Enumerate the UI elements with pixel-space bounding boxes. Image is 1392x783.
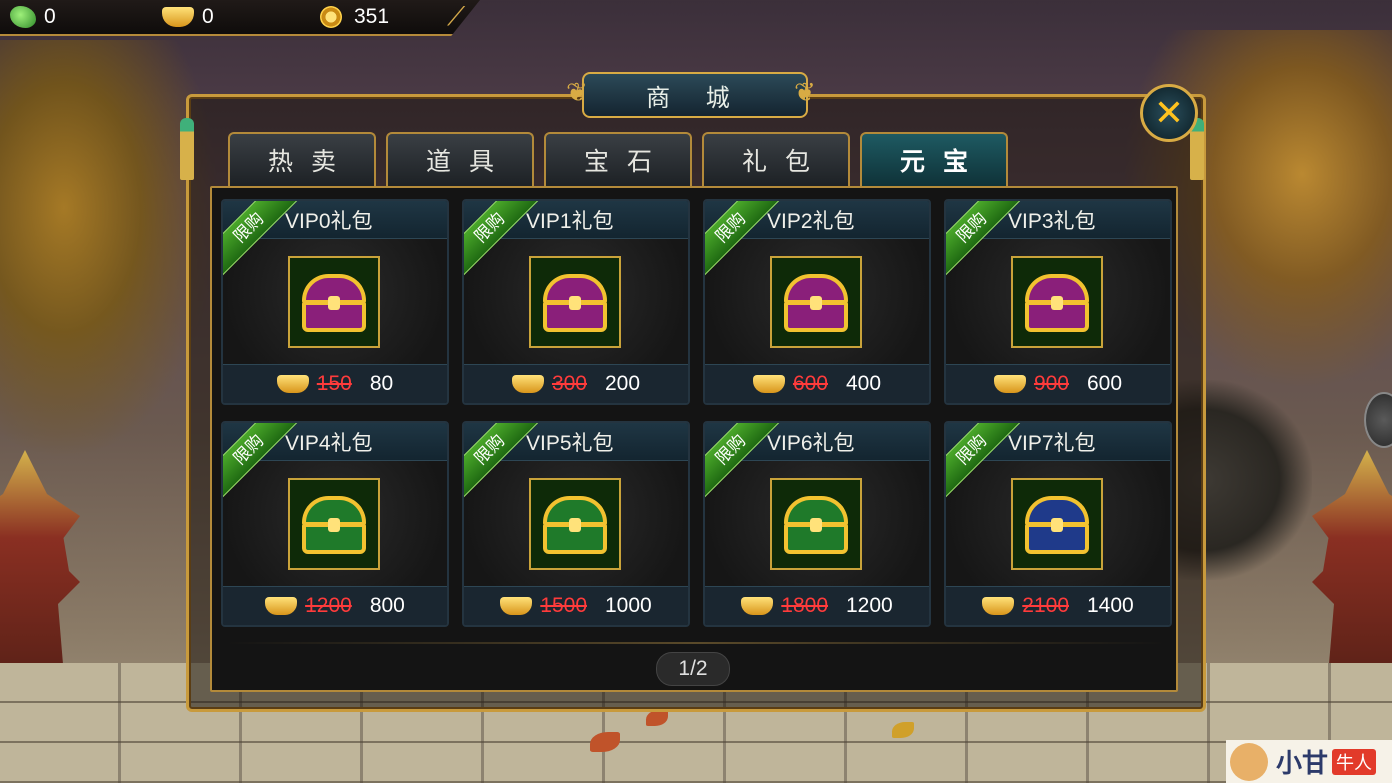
pagoda-left [0, 450, 80, 670]
page-indicator: 1/2 [656, 652, 730, 686]
gold-ingot-icon [500, 597, 533, 615]
gold-ingot-icon [511, 375, 544, 393]
product-image [1011, 478, 1103, 570]
sale-price: 600 [1087, 372, 1123, 395]
chest-lock [1051, 518, 1063, 532]
chest-lock [328, 518, 340, 532]
treasure-chest-icon [1021, 492, 1093, 556]
original-price: 900 [1033, 372, 1069, 395]
shop-title: 商 城 [646, 83, 744, 112]
gold-ingot-icon [982, 597, 1015, 615]
product-card[interactable]: VIP2礼包 限购 600 400 [703, 199, 931, 405]
product-card[interactable]: VIP0礼包 限购 150 80 [221, 199, 449, 405]
original-price: 1800 [781, 594, 828, 617]
product-image [770, 256, 862, 348]
tab-ingots[interactable]: 元宝 [860, 132, 1008, 186]
shop-tabs: 热卖 道具 宝石 礼包 元宝 [228, 132, 1008, 186]
gold-ingot-icon [741, 597, 774, 615]
jade-amount: 0 [44, 5, 56, 28]
sale-price: 1000 [605, 594, 652, 617]
original-price: 1500 [540, 594, 587, 617]
side-drawer-handle[interactable] [1364, 392, 1392, 448]
chest-lock [810, 518, 822, 532]
chest-lock [810, 296, 822, 310]
gold-ingot-icon [752, 375, 785, 393]
product-card[interactable]: VIP6礼包 限购 1800 1200 [703, 421, 931, 627]
price-row: 1200 800 [223, 586, 447, 625]
bar-ornament-icon: ⟋ [447, 2, 466, 32]
gold-ingot-icon [276, 375, 309, 393]
treasure-chest-icon [539, 492, 611, 556]
price-row: 2100 1400 [946, 586, 1170, 625]
product-card[interactable]: VIP1礼包 限购 300 200 [462, 199, 690, 405]
chest-lock [1051, 296, 1063, 310]
treasure-chest-icon [298, 270, 370, 334]
watermark-text: 小甘 [1276, 749, 1329, 779]
coin-amount: 351 [354, 5, 390, 28]
treasure-chest-icon [780, 492, 852, 556]
gold-ingot-icon [162, 7, 194, 27]
ingot-amount: 0 [202, 5, 214, 28]
product-image [1011, 256, 1103, 348]
product-card[interactable]: VIP4礼包 限购 1200 800 [221, 421, 449, 627]
sale-price: 80 [369, 372, 394, 395]
cloud-ornament-icon: ❦ [566, 78, 588, 108]
price-row: 1500 1000 [464, 586, 688, 625]
tab-packs[interactable]: 礼包 [702, 132, 850, 186]
price-row: 600 400 [705, 364, 929, 403]
product-image [288, 256, 380, 348]
resource-bar [0, 0, 480, 36]
divider [226, 642, 1166, 644]
treasure-chest-icon [298, 492, 370, 556]
chest-lock [569, 296, 581, 310]
tab-hot[interactable]: 热卖 [228, 132, 376, 186]
product-image [288, 478, 380, 570]
ingot-resource: 0 [162, 3, 214, 31]
jade-icon [10, 6, 36, 28]
close-icon: ✕ [1153, 92, 1185, 134]
treasure-chest-icon [780, 270, 852, 334]
coin-icon [320, 6, 342, 28]
tab-items[interactable]: 道具 [386, 132, 534, 186]
watermark-badge: 牛人 [1332, 748, 1377, 775]
chest-lock [328, 296, 340, 310]
product-card[interactable]: VIP5礼包 限购 1500 1000 [462, 421, 690, 627]
original-price: 2100 [1022, 594, 1069, 617]
gold-ingot-icon [993, 375, 1026, 393]
close-button[interactable]: ✕ [1140, 84, 1198, 142]
product-card[interactable]: VIP7礼包 限购 2100 1400 [944, 421, 1172, 627]
original-price: 600 [792, 372, 828, 395]
tab-gems[interactable]: 宝石 [544, 132, 692, 186]
sale-price: 1400 [1087, 594, 1134, 617]
price-row: 1800 1200 [705, 586, 929, 625]
gold-ingot-icon [265, 597, 298, 615]
original-price: 300 [551, 372, 587, 395]
original-price: 1200 [305, 594, 352, 617]
product-card[interactable]: VIP3礼包 限购 900 600 [944, 199, 1172, 405]
price-row: 900 600 [946, 364, 1170, 403]
sale-price: 800 [369, 594, 405, 617]
price-row: 150 80 [223, 364, 447, 403]
price-row: 300 200 [464, 364, 688, 403]
tassel-left-icon [180, 118, 194, 180]
watermark: 小甘 牛人 [1226, 740, 1392, 783]
product-image [529, 256, 621, 348]
sale-price: 400 [846, 372, 882, 395]
shop-title-plate: ❦ 商 城 ❦ [566, 72, 816, 118]
jade-resource: 0 [10, 3, 56, 31]
pagoda-right [1312, 450, 1392, 670]
cloud-ornament-icon: ❦ [794, 78, 816, 108]
treasure-chest-icon [1021, 270, 1093, 334]
sale-price: 200 [605, 372, 641, 395]
coin-resource: 351 [320, 3, 389, 31]
chest-lock [569, 518, 581, 532]
product-grid: VIP0礼包 限购 150 80 VIP1礼包 限购 300 200 VIP2礼包 限购 600 40… [221, 199, 1172, 627]
watermark-logo-icon [1230, 742, 1268, 781]
original-price: 150 [316, 372, 352, 395]
treasure-chest-icon [539, 270, 611, 334]
product-image [770, 478, 862, 570]
sale-price: 1200 [846, 594, 893, 617]
product-image [529, 478, 621, 570]
